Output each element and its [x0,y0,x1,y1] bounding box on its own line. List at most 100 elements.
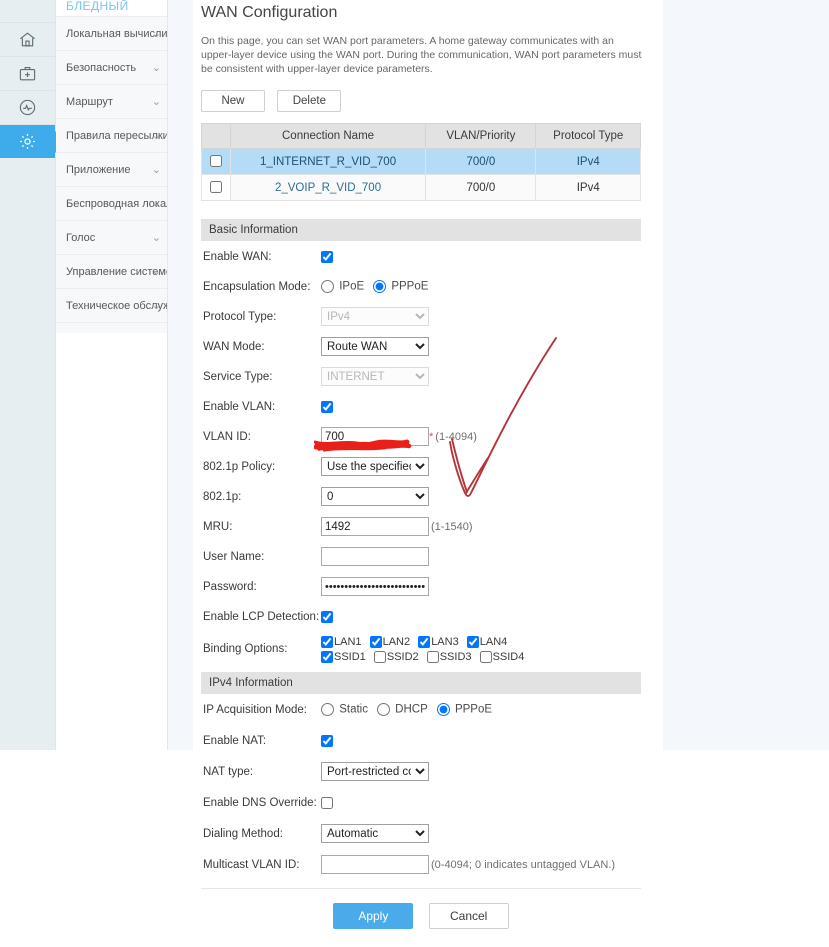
table-header-row: Connection Name VLAN/Priority Protocol T… [201,123,641,149]
chevron-down-icon: ⌄ [151,62,161,74]
field-label: 802.1p: [203,490,242,503]
password-input[interactable] [321,577,429,596]
lcp-detection-checkbox[interactable] [321,610,333,623]
sidebar-item-wlan[interactable]: Беспроводная локалі ⌄ [56,186,167,220]
cancel-button[interactable]: Cancel [428,903,509,929]
field-hint: (1-4094) [435,430,477,443]
chevron-down-icon: ⌄ [151,232,161,244]
enable-vlan-checkbox[interactable] [321,400,333,413]
row-select-cell[interactable] [201,148,231,175]
sidebar-item-lan[interactable]: Локальная вычислит ⌄ [56,16,167,50]
static-radio[interactable] [321,703,334,716]
home-icon [18,30,37,49]
field-enable-dns-override: Enable DNS Override: [201,791,635,814]
ssid3-checkbox[interactable] [426,651,439,664]
field-encapsulation-mode: Encapsulation Mode: IPoE PPPoE [201,275,635,298]
field-wan-mode: WAN Mode: Route WAN [201,335,635,358]
8021p-select[interactable]: 0 [321,487,429,506]
binding-label: SSID2 [386,651,419,663]
radio-option-static[interactable]: Static [321,703,368,716]
binding-option-lan2[interactable]: LAN2 [369,636,414,649]
rail-item-diagnosis[interactable] [0,57,55,91]
required-marker: * [429,430,434,443]
apply-button[interactable]: Apply [333,903,414,929]
radio-option-dhcp[interactable]: DHCP [376,703,428,716]
binding-option-lan4[interactable]: LAN4 [466,636,507,649]
table-toolbar: New Delete [201,90,635,112]
app-root: БЛЕДНЫЙ Локальная вычислит ⌄ Безопасност… [0,0,829,947]
table-row[interactable]: 2_VOIP_R_VID_700 700/0 IPv4 [201,174,641,201]
dns-override-checkbox[interactable] [321,796,333,809]
multicast-vlan-id-input[interactable] [321,855,429,874]
binding-option-lan1[interactable]: LAN1 [321,636,365,649]
sidebar-item-voice[interactable]: Голос ⌄ [56,220,167,254]
field-user-name: User Name: [201,545,635,568]
icon-rail [0,0,66,750]
sidebar-item-system-management[interactable]: Управление системої ⌄ [56,254,167,288]
field-ip-acquisition-mode: IP Acquisition Mode: Static DHCP PPPoE [201,698,635,721]
mru-input[interactable] [321,517,429,536]
row-select-cell[interactable] [201,174,231,201]
field-dialing-method: Dialing Method: Automatic [201,822,635,845]
enable-nat-checkbox[interactable] [321,734,333,747]
radio-label: DHCP [395,703,428,716]
field-label: Enable NAT: [203,734,267,747]
lan2-checkbox[interactable] [369,636,382,649]
field-label: IP Acquisition Mode: [203,703,307,716]
nat-type-select[interactable]: Port-restricted cone N [321,762,429,781]
sidebar-item-security[interactable]: Безопасность ⌄ [56,50,167,84]
field-label: MRU: [203,520,233,533]
wan-mode-select[interactable]: Route WAN [321,337,429,356]
ssid1-checkbox[interactable] [321,651,333,664]
sidebar-item-label: Безопасность [66,62,137,74]
ssid4-checkbox[interactable] [479,651,492,664]
sidebar-item-route[interactable]: Маршрут ⌄ [56,84,167,118]
rail-spacer [0,0,55,23]
radio-option-ipoe[interactable]: IPoE [321,280,364,293]
ssid2-checkbox[interactable] [373,651,386,664]
pppoe-radio[interactable] [373,280,387,293]
binding-option-ssid2[interactable]: SSID2 [373,651,422,664]
sidebar-item-maintenance[interactable]: Техническое обслужі ⌄ [56,288,167,322]
field-label: Enable WAN: [203,250,272,263]
rail-item-status[interactable] [0,91,55,125]
binding-option-ssid3[interactable]: SSID3 [426,651,475,664]
field-hint: (1-1540) [431,520,473,533]
lan1-checkbox[interactable] [321,636,333,649]
binding-option-lan3[interactable]: LAN3 [418,636,462,649]
rail-item-home[interactable] [0,23,55,57]
table-row[interactable]: 1_INTERNET_R_VID_700 700/0 IPv4 [201,148,641,175]
sidebar-menu: БЛЕДНЫЙ Локальная вычислит ⌄ Безопасност… [56,0,168,750]
rail-item-settings[interactable] [0,125,66,158]
binding-option-ssid1[interactable]: SSID1 [321,651,369,664]
chevron-down-icon: ⌄ [151,28,161,40]
dhcp-radio[interactable] [376,703,390,716]
binding-label: SSID1 [334,651,366,663]
dialing-method-select[interactable]: Automatic [321,824,429,843]
field-enable-lcp-detection: Enable LCP Detection: [201,605,635,628]
ipoe-radio[interactable] [321,280,334,293]
page-title: WAN Configuration [201,4,338,21]
lan3-checkbox[interactable] [418,636,431,649]
row-checkbox[interactable] [209,181,222,194]
delete-button[interactable]: Delete [277,90,342,112]
field-label: User Name: [203,550,265,563]
radio-option-pppoe[interactable]: PPPoE [373,280,428,293]
radio-option-pppoe[interactable]: PPPoE [436,703,492,716]
sidebar-item-forward-rules[interactable]: Правила пересылки ⌄ [56,118,167,152]
gear-icon [18,132,37,151]
field-enable-vlan: Enable VLAN: [201,395,635,418]
8021p-policy-select[interactable]: Use the specified valu [321,457,429,476]
pppoe-radio[interactable] [436,703,450,716]
binding-option-ssid4[interactable]: SSID4 [479,651,524,664]
new-button[interactable]: New [201,90,265,112]
sidebar-item-application[interactable]: Приложение ⌄ [56,152,167,186]
row-checkbox[interactable] [209,155,222,168]
lan4-checkbox[interactable] [466,636,479,649]
vlan-id-input[interactable] [321,427,429,446]
field-label: Dialing Method: [203,827,283,840]
field-label: VLAN ID: [203,430,251,443]
enable-wan-checkbox[interactable] [321,250,333,263]
user-name-input[interactable] [321,547,429,566]
sidebar-item-label: Голос [66,232,96,244]
